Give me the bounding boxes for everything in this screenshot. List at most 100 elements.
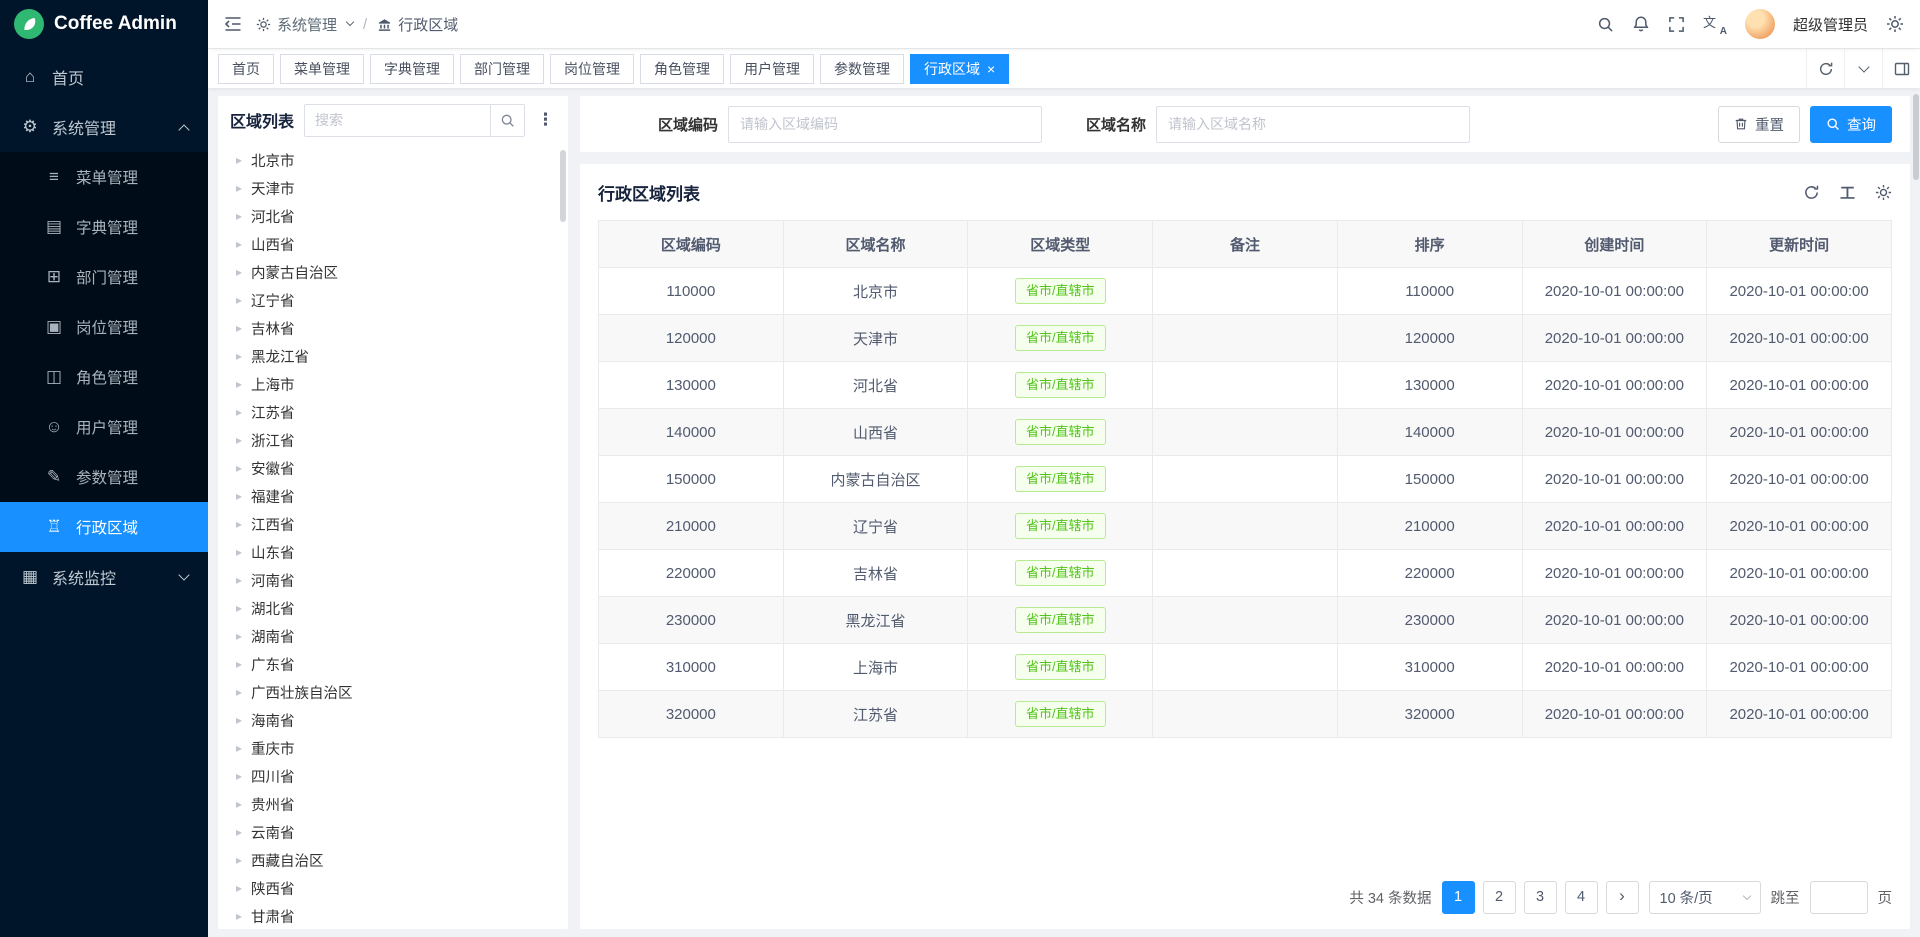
sidebar-item-dict-management[interactable]: ▤字典管理: [0, 202, 208, 252]
tree-scrollbar[interactable]: [560, 150, 566, 222]
column-settings-gear-icon[interactable]: [1875, 184, 1892, 201]
tree-item[interactable]: ▸江西省: [228, 510, 562, 538]
tree-item[interactable]: ▸海南省: [228, 706, 562, 734]
breadcrumb-system-management[interactable]: 系统管理: [256, 14, 353, 35]
page-button-1[interactable]: 1: [1442, 881, 1475, 914]
sidebar-item-admin-region[interactable]: ♖行政区域: [0, 502, 208, 552]
sidebar-item-post-management[interactable]: ▣岗位管理: [0, 302, 208, 352]
tree-item[interactable]: ▸吉林省: [228, 314, 562, 342]
tree-item[interactable]: ▸辽宁省: [228, 286, 562, 314]
tab-role[interactable]: 角色管理: [640, 54, 724, 84]
user-avatar[interactable]: [1745, 9, 1775, 39]
page-button-4[interactable]: 4: [1565, 881, 1598, 914]
tree-item[interactable]: ▸广东省: [228, 650, 562, 678]
page-scrollbar[interactable]: [1913, 94, 1919, 180]
tab-dept[interactable]: 部门管理: [460, 54, 544, 84]
sidebar-item-role-management[interactable]: ◫角色管理: [0, 352, 208, 402]
cell-region-name: 内蒙古自治区: [783, 456, 968, 503]
tree-item[interactable]: ▸山东省: [228, 538, 562, 566]
tree-item[interactable]: ▸天津市: [228, 174, 562, 202]
tree-item[interactable]: ▸浙江省: [228, 426, 562, 454]
sidebar-item-dept-management[interactable]: ⊞部门管理: [0, 252, 208, 302]
tab-region[interactable]: 行政区域×: [910, 54, 1009, 84]
tree-search-input[interactable]: [305, 112, 490, 128]
tree-item[interactable]: ▸北京市: [228, 146, 562, 174]
tab-post[interactable]: 岗位管理: [550, 54, 634, 84]
sidebar-item-system-management[interactable]: ⚙系统管理: [0, 102, 208, 152]
region-type-badge: 省市/直辖市: [1015, 560, 1106, 586]
page-button-3[interactable]: 3: [1524, 881, 1557, 914]
refresh-page-icon[interactable]: [1806, 49, 1844, 88]
tab-param[interactable]: 参数管理: [820, 54, 904, 84]
chevron-down-icon: [346, 18, 354, 26]
region-code-input[interactable]: [728, 106, 1042, 143]
table-row[interactable]: 120000天津市省市/直辖市1200002020-10-01 00:00:00…: [599, 315, 1892, 362]
reset-button[interactable]: 重置: [1718, 106, 1800, 143]
search-icon[interactable]: [1597, 16, 1614, 33]
app-logo[interactable]: Coffee Admin: [0, 0, 208, 48]
tree-item[interactable]: ▸安徽省: [228, 454, 562, 482]
table-row[interactable]: 310000上海市省市/直辖市3100002020-10-01 00:00:00…: [599, 644, 1892, 691]
tree-item[interactable]: ▸贵州省: [228, 790, 562, 818]
cell-region-type: 省市/直辖市: [968, 362, 1153, 409]
tree-item[interactable]: ▸陕西省: [228, 874, 562, 902]
tree-item[interactable]: ▸重庆市: [228, 734, 562, 762]
tab-dict[interactable]: 字典管理: [370, 54, 454, 84]
tree-item[interactable]: ▸内蒙古自治区: [228, 258, 562, 286]
username[interactable]: 超级管理员: [1793, 14, 1868, 35]
tree-item[interactable]: ▸黑龙江省: [228, 342, 562, 370]
tab-menu[interactable]: 菜单管理: [280, 54, 364, 84]
tree-item[interactable]: ▸湖南省: [228, 622, 562, 650]
tree-item[interactable]: ▸河南省: [228, 566, 562, 594]
table-row[interactable]: 230000黑龙江省省市/直辖市2300002020-10-01 00:00:0…: [599, 597, 1892, 644]
tree-search-icon[interactable]: [490, 105, 524, 136]
tree-item[interactable]: ▸河北省: [228, 202, 562, 230]
tree-item[interactable]: ▸福建省: [228, 482, 562, 510]
page-size-select[interactable]: 10 条/页: [1649, 881, 1761, 914]
tab-home[interactable]: 首页: [218, 54, 274, 84]
tree-item[interactable]: ▸西藏自治区: [228, 846, 562, 874]
table-row[interactable]: 130000河北省省市/直辖市1300002020-10-01 00:00:00…: [599, 362, 1892, 409]
table-row[interactable]: 110000北京市省市/直辖市1100002020-10-01 00:00:00…: [599, 268, 1892, 315]
table-row[interactable]: 220000吉林省省市/直辖市2200002020-10-01 00:00:00…: [599, 550, 1892, 597]
table-row[interactable]: 140000山西省省市/直辖市1400002020-10-01 00:00:00…: [599, 409, 1892, 456]
page-button-2[interactable]: 2: [1483, 881, 1516, 914]
next-page-button[interactable]: ›: [1606, 881, 1639, 914]
tree-item-label: 广东省: [251, 654, 295, 675]
caret-right-icon: ▸: [236, 713, 242, 727]
notification-bell-icon[interactable]: [1632, 15, 1650, 33]
tree-item[interactable]: ▸四川省: [228, 762, 562, 790]
tree-item[interactable]: ▸上海市: [228, 370, 562, 398]
table-row[interactable]: 210000辽宁省省市/直辖市2100002020-10-01 00:00:00…: [599, 503, 1892, 550]
sidebar-item-user-management[interactable]: ☺用户管理: [0, 402, 208, 452]
sidebar-item-menu-management[interactable]: ≡菜单管理: [0, 152, 208, 202]
tab-user[interactable]: 用户管理: [730, 54, 814, 84]
close-tab-icon[interactable]: ×: [987, 62, 995, 76]
sidebar-item-system-monitor[interactable]: ▦系统监控: [0, 552, 208, 602]
search-button[interactable]: 查询: [1810, 106, 1892, 143]
language-translate-icon[interactable]: 文A: [1703, 14, 1727, 35]
tabs-dropdown-icon[interactable]: [1844, 49, 1882, 88]
table-row[interactable]: 150000内蒙古自治区省市/直辖市1500002020-10-01 00:00…: [599, 456, 1892, 503]
tree-item[interactable]: ▸广西壮族自治区: [228, 678, 562, 706]
tree-item[interactable]: ▸江苏省: [228, 398, 562, 426]
fullscreen-icon[interactable]: [1668, 16, 1685, 33]
refresh-table-icon[interactable]: [1803, 184, 1820, 201]
row-height-icon[interactable]: 工: [1840, 182, 1855, 203]
settings-gear-icon[interactable]: [1886, 15, 1904, 33]
table-row[interactable]: 320000江苏省省市/直辖市3200002020-10-01 00:00:00…: [599, 691, 1892, 738]
cell-sort: 130000: [1337, 362, 1522, 409]
collapse-sidebar-icon[interactable]: [224, 16, 242, 32]
tree-item[interactable]: ▸甘肃省: [228, 902, 562, 929]
sidebar-item-home[interactable]: ⌂首页: [0, 52, 208, 102]
tree-more-dots-icon[interactable]: ⋮: [535, 110, 556, 130]
cell-sort: 320000: [1337, 691, 1522, 738]
cell-region-code: 150000: [599, 456, 784, 503]
region-name-input[interactable]: [1156, 106, 1470, 143]
tree-item[interactable]: ▸云南省: [228, 818, 562, 846]
sidebar-item-param-management[interactable]: ✎参数管理: [0, 452, 208, 502]
tree-item[interactable]: ▸山西省: [228, 230, 562, 258]
layout-panel-icon[interactable]: [1882, 49, 1920, 88]
jump-page-input[interactable]: [1810, 881, 1868, 914]
tree-item[interactable]: ▸湖北省: [228, 594, 562, 622]
